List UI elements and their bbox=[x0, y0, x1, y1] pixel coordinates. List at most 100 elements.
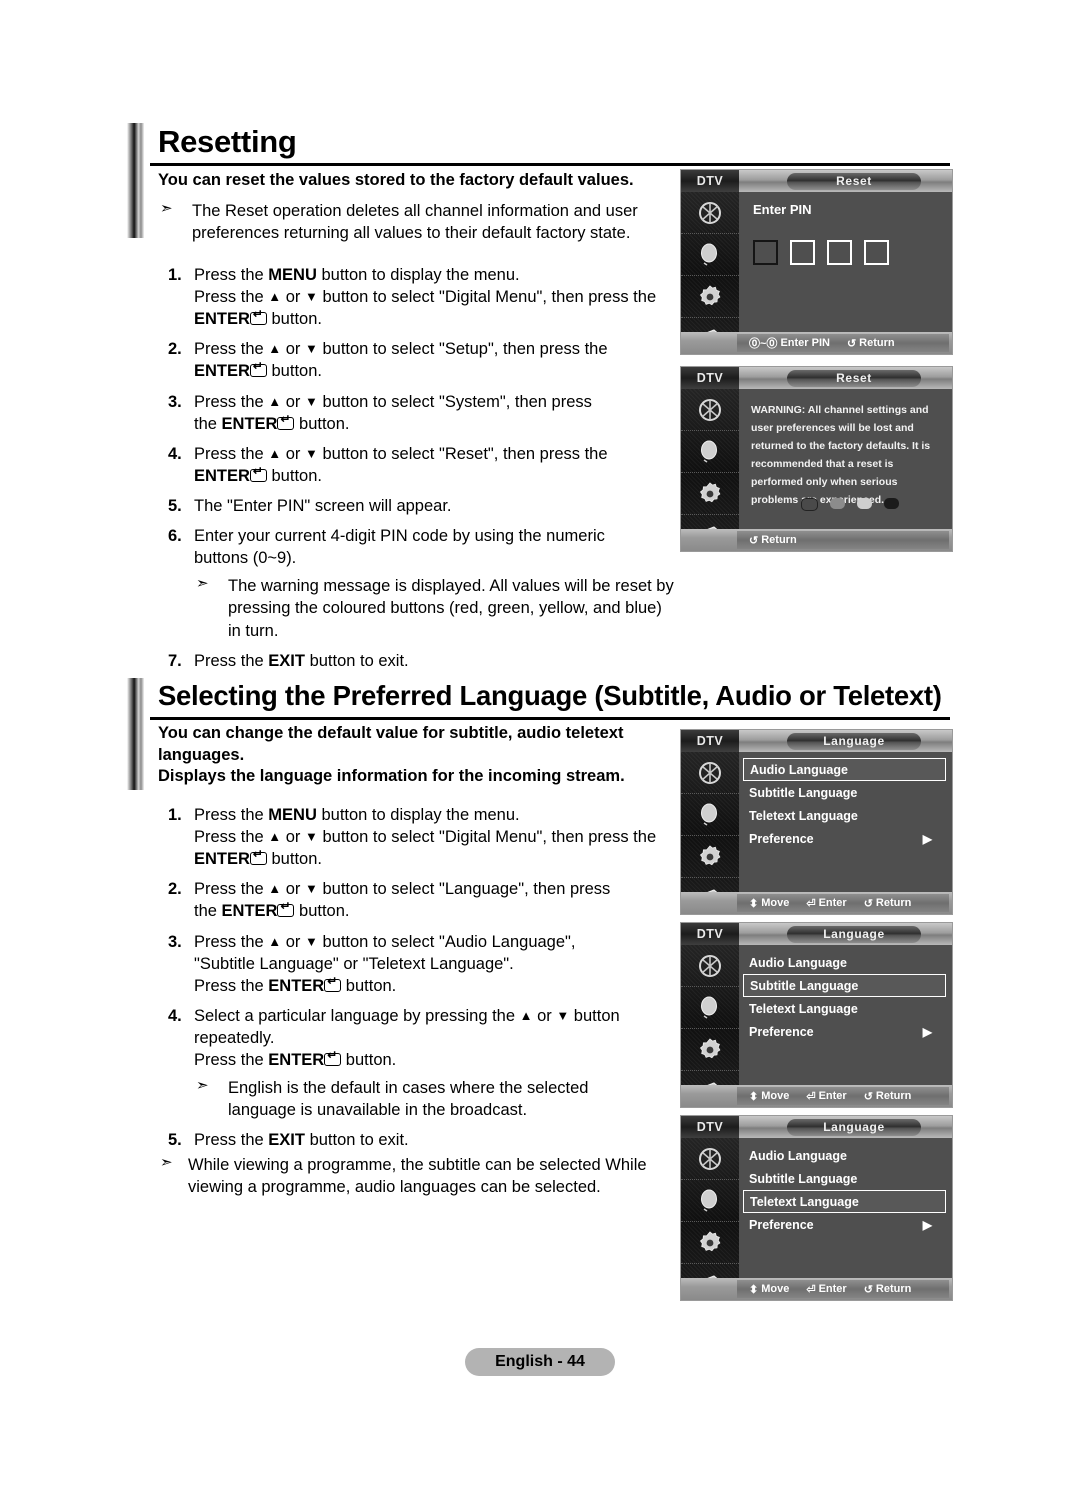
osd-sidebar bbox=[681, 945, 739, 1107]
pin-box-1[interactable] bbox=[753, 240, 778, 265]
osd-statusbar: ⬍ Move ⏎ Enter ↺ Return bbox=[681, 1278, 952, 1300]
menu-item-teletext-language[interactable]: Teletext Language bbox=[743, 1190, 946, 1213]
sound-icon[interactable] bbox=[681, 234, 739, 276]
sound-icon[interactable] bbox=[681, 794, 739, 836]
reset-warning-text: WARNING: All channel settings and user p… bbox=[751, 404, 931, 507]
status-label: Enter bbox=[818, 897, 847, 909]
language-lead-text-2: Displays the language information for th… bbox=[158, 767, 625, 785]
menu-item-teletext-language[interactable]: Teletext Language bbox=[743, 804, 946, 827]
osd-screen-reset-pin: DTV Reset Enter PIN ⓪~⓪ Enter PIN ↺ Retu… bbox=[680, 169, 953, 355]
language-steps: 1. Press the MENU button to display the … bbox=[158, 796, 678, 1198]
status-enter: ⏎ Enter bbox=[806, 1090, 846, 1103]
menu-item-audio-language[interactable]: Audio Language bbox=[743, 951, 946, 974]
language-menu-list: Audio Language Subtitle Language Teletex… bbox=[739, 1144, 952, 1236]
title-rule-2 bbox=[150, 717, 950, 720]
menu-item-preference[interactable]: Preference ▶ bbox=[743, 1020, 946, 1043]
language-menu-list: Audio Language Subtitle Language Teletex… bbox=[739, 758, 952, 850]
enter-icon: ⏎ bbox=[806, 1090, 816, 1103]
colour-button-yellow[interactable] bbox=[857, 498, 872, 509]
status-enter-pin: ⓪~⓪ Enter PIN bbox=[749, 335, 830, 351]
return-icon: ↺ bbox=[846, 337, 857, 350]
menu-item-preference[interactable]: Preference ▶ bbox=[743, 827, 946, 850]
status-return: ↺ Return bbox=[749, 534, 797, 547]
status-label: Return bbox=[761, 534, 797, 546]
sound-icon[interactable] bbox=[681, 987, 739, 1029]
chevron-right-icon: ▶ bbox=[922, 1024, 932, 1039]
menu-item-subtitle-language[interactable]: Subtitle Language bbox=[743, 781, 946, 804]
osd-statusbar: ⬍ Move ⏎ Enter ↺ Return bbox=[681, 892, 952, 914]
osd-statusbar: ⬍ Move ⏎ Enter ↺ Return bbox=[681, 1085, 952, 1107]
return-icon: ↺ bbox=[863, 1283, 873, 1296]
pin-box-4[interactable] bbox=[864, 240, 889, 265]
status-label: Return bbox=[859, 337, 895, 349]
picture-icon[interactable] bbox=[681, 752, 739, 794]
osd-title: Reset bbox=[787, 370, 921, 387]
setup-gear-icon[interactable] bbox=[681, 1029, 739, 1071]
chevron-right-icon: ▶ bbox=[922, 1217, 932, 1232]
status-label: Return bbox=[875, 1090, 912, 1102]
step-item: 3. Press the ▲ or ▼ button to select "Au… bbox=[158, 931, 678, 997]
osd-screen-language-teletext: DTV Language Audio Language Subtitle Lan… bbox=[680, 1115, 953, 1301]
move-icon: ⬍ bbox=[749, 1283, 759, 1296]
osd-sidebar bbox=[681, 389, 739, 551]
step-item: 6. Enter your current 4-digit PIN code b… bbox=[168, 527, 605, 568]
step-item: 4. Select a particular language by press… bbox=[158, 1005, 678, 1071]
enter-icon: ⏎ bbox=[806, 1283, 816, 1296]
osd-sidebar bbox=[681, 192, 739, 354]
status-label: Move bbox=[761, 1090, 790, 1102]
menu-item-teletext-language[interactable]: Teletext Language bbox=[743, 997, 946, 1020]
pin-box-3[interactable] bbox=[827, 240, 852, 265]
picture-icon[interactable] bbox=[681, 1138, 739, 1180]
sound-icon[interactable] bbox=[681, 1180, 739, 1222]
osd-screen-language-subtitle: DTV Language Audio Language Subtitle Lan… bbox=[680, 922, 953, 1108]
picture-icon[interactable] bbox=[681, 945, 739, 987]
menu-item-audio-language[interactable]: Audio Language bbox=[743, 1144, 946, 1167]
status-move: ⬍ Move bbox=[749, 897, 789, 910]
note-arrow-icon: ➣ bbox=[196, 575, 209, 593]
setup-gear-icon[interactable] bbox=[681, 473, 739, 515]
step-item: 7. Press the EXIT button to exit. bbox=[168, 651, 409, 670]
note-arrow-icon: ➣ bbox=[196, 1077, 209, 1095]
chevron-right-icon: ▶ bbox=[922, 831, 932, 846]
menu-item-audio-language[interactable]: Audio Language bbox=[743, 758, 946, 781]
picture-icon[interactable] bbox=[681, 389, 739, 431]
status-return: ↺ Return bbox=[864, 1283, 912, 1296]
decorative-bar-left-1 bbox=[127, 123, 144, 238]
osd-screen-reset-warning: DTV Reset WARNING: All channel settings … bbox=[680, 366, 953, 552]
step-item: 2. Press the ▲ or ▼ button to select "La… bbox=[158, 878, 678, 922]
pin-box-2[interactable] bbox=[790, 240, 815, 265]
picture-icon[interactable] bbox=[681, 192, 739, 234]
menu-item-subtitle-language[interactable]: Subtitle Language bbox=[743, 974, 946, 997]
pin-entry-boxes[interactable] bbox=[753, 240, 889, 265]
setup-gear-icon[interactable] bbox=[681, 836, 739, 878]
setup-gear-icon[interactable] bbox=[681, 276, 739, 318]
manual-page: Resetting You can reset the values store… bbox=[0, 0, 1080, 1486]
colour-button-blue[interactable] bbox=[884, 498, 899, 509]
status-return: ↺ Return bbox=[847, 337, 895, 350]
colour-button-green[interactable] bbox=[830, 498, 845, 509]
step-item: 5. The "Enter PIN" screen will appear. bbox=[168, 496, 452, 515]
menu-item-preference[interactable]: Preference ▶ bbox=[743, 1213, 946, 1236]
osd-statusbar: ↺ Return bbox=[681, 529, 952, 551]
osd-source-label: DTV bbox=[681, 170, 739, 192]
decorative-bar-left-2 bbox=[127, 678, 144, 790]
osd-statusbar: ⓪~⓪ Enter PIN ↺ Return bbox=[681, 332, 952, 354]
language-menu-list: Audio Language Subtitle Language Teletex… bbox=[739, 951, 952, 1043]
sound-icon[interactable] bbox=[681, 431, 739, 473]
menu-item-subtitle-language[interactable]: Subtitle Language bbox=[743, 1167, 946, 1190]
step-item: 1. Press the MENU button to display the … bbox=[158, 804, 678, 870]
osd-source-label: DTV bbox=[681, 1116, 739, 1138]
setup-gear-icon[interactable] bbox=[681, 1222, 739, 1264]
osd-sidebar bbox=[681, 1138, 739, 1300]
move-icon: ⬍ bbox=[749, 897, 759, 910]
resetting-warning-note: ➣ The warning message is displayed. All … bbox=[194, 575, 678, 641]
return-icon: ↺ bbox=[749, 534, 759, 547]
status-label: Return bbox=[875, 897, 912, 909]
enter-icon: ⏎ bbox=[806, 897, 816, 910]
osd-title: Language bbox=[787, 926, 921, 943]
status-move: ⬍ Move bbox=[749, 1090, 789, 1103]
step-item: 5. Press the EXIT button to exit. bbox=[168, 1131, 409, 1150]
step-item: 1. Press the MENU button to display the … bbox=[158, 264, 678, 330]
status-return: ↺ Return bbox=[864, 897, 912, 910]
colour-button-red[interactable] bbox=[801, 498, 818, 511]
